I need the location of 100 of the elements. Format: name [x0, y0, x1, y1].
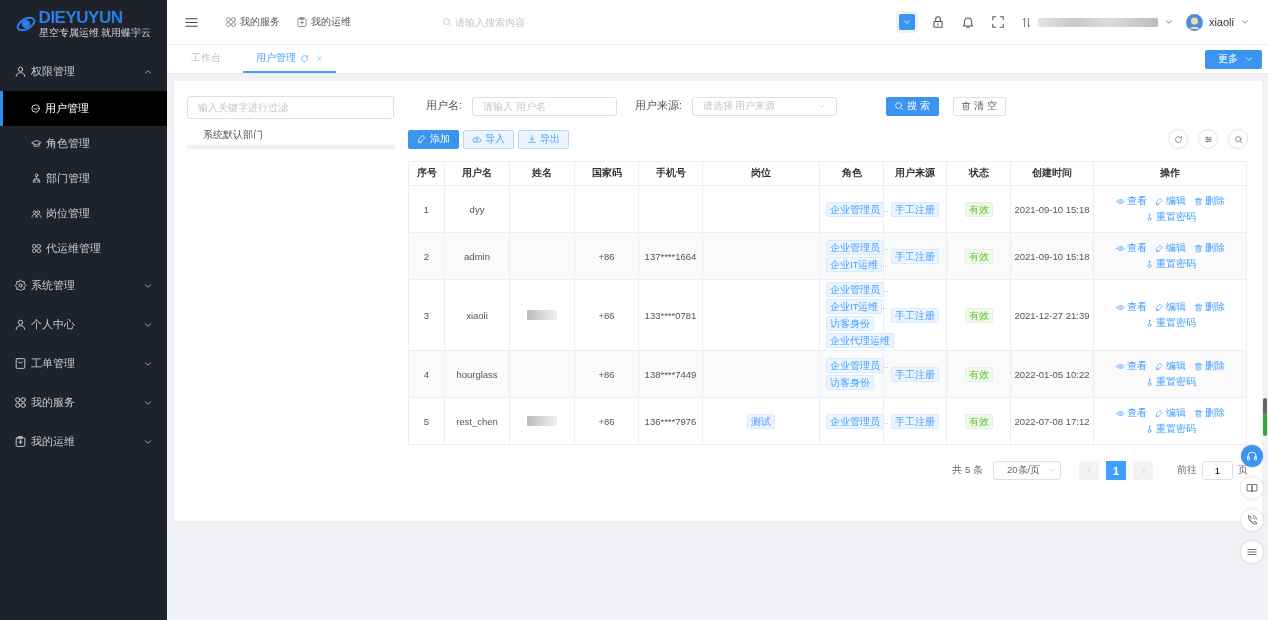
role-tag: 访客身份 [826, 316, 874, 331]
action-link[interactable]: 重置密码 [1144, 422, 1196, 436]
action-link[interactable]: 重置密码 [1144, 210, 1196, 224]
column-header: 状态 [946, 161, 1011, 186]
action-link[interactable]: 重置密码 [1144, 316, 1196, 330]
menu-label: 角色管理 [46, 136, 91, 151]
overflow-dots: .. [884, 285, 889, 294]
action-link[interactable]: 删除 [1193, 241, 1225, 255]
more-button[interactable]: 更多 [1205, 49, 1262, 69]
add-button[interactable]: 添加 [408, 129, 459, 149]
table-cell: +86 [574, 397, 639, 445]
table-cell: 4 [408, 350, 445, 398]
clear-button[interactable]: 清 空 [952, 96, 1006, 116]
action-link[interactable]: 重置密码 [1144, 257, 1196, 271]
search-button[interactable]: 搜 索 [885, 96, 939, 116]
page-number[interactable]: 1 [1106, 461, 1126, 480]
role-tag: 企业代理运维 [826, 333, 894, 348]
total-count: 共 5 条 [952, 464, 983, 477]
action-link[interactable]: 查看 [1115, 406, 1147, 420]
sidebar-group[interactable]: 个人中心 [0, 305, 167, 344]
action-link[interactable]: 删除 [1193, 300, 1225, 314]
dropdown-toggle[interactable] [898, 14, 915, 30]
action-link[interactable]: 编辑 [1154, 406, 1186, 420]
tab[interactable]: 工作台 [179, 45, 233, 73]
menu-label: 部门管理 [46, 171, 91, 186]
table-cell: xiaoli [444, 279, 510, 351]
action-link[interactable]: 查看 [1115, 241, 1147, 255]
avatar[interactable] [1185, 13, 1203, 31]
overflow-dots: .. [884, 204, 889, 214]
table-cell: +86 [574, 232, 639, 280]
search-icon [442, 17, 452, 27]
action-link[interactable]: 删除 [1193, 359, 1225, 373]
action-link[interactable]: 编辑 [1154, 300, 1186, 314]
grid-icon [31, 243, 42, 254]
pencil-icon [1154, 408, 1164, 418]
sidebar-item[interactable]: 代运维管理 [0, 231, 167, 266]
action-link[interactable]: 删除 [1193, 194, 1225, 208]
redaction-mark [527, 416, 557, 426]
eye-icon [1115, 243, 1125, 253]
action-link[interactable]: 重置密码 [1144, 375, 1196, 389]
chevron-icon [1047, 466, 1056, 475]
sort-icon [1020, 16, 1032, 28]
action-link[interactable]: 编辑 [1154, 194, 1186, 208]
scrollbar[interactable] [1263, 398, 1267, 436]
download-icon [527, 134, 537, 144]
menu-label: 我的服务 [31, 395, 76, 410]
menu-label: 系统管理 [31, 278, 76, 293]
sidebar-item[interactable]: 岗位管理 [0, 196, 167, 231]
refresh-icon [300, 53, 309, 63]
trash-icon [961, 101, 972, 111]
tree-node[interactable]: 系统默认部门 [187, 125, 394, 145]
action-link[interactable]: 编辑 [1154, 241, 1186, 255]
sidebar-group[interactable]: 工单管理 [0, 344, 167, 383]
action-link[interactable]: 查看 [1115, 300, 1147, 314]
sidebar-group[interactable]: 权限管理 [0, 52, 167, 91]
table-cell: 138****7449 [638, 350, 703, 398]
page-input[interactable]: 1 [1202, 461, 1233, 480]
action-link[interactable]: 查看 [1115, 194, 1147, 208]
phone-icon [1246, 514, 1258, 526]
user-name[interactable]: xiaoli [1208, 16, 1234, 28]
sidebar-group[interactable]: 我的服务 [0, 383, 167, 422]
column-header: 国家码 [574, 161, 639, 186]
sidebar-item[interactable]: 角色管理 [0, 126, 167, 161]
people-icon [31, 208, 42, 219]
role-tag: 企业管理员 [826, 201, 884, 217]
top-link[interactable]: 我的运维 [296, 15, 351, 29]
menu-label: 权限管理 [31, 64, 76, 79]
sidebar-item[interactable]: 用户管理 [0, 91, 167, 126]
action-link[interactable]: 删除 [1193, 406, 1225, 420]
menu-icon [1246, 546, 1258, 558]
pencil-icon [1154, 243, 1164, 253]
column-header: 姓名 [509, 161, 575, 186]
fullscreen-icon [990, 15, 1005, 29]
page-size-select[interactable]: 20条/页 [993, 461, 1061, 480]
column-header: 创建时间 [1010, 161, 1094, 186]
clipboard-icon [14, 435, 27, 448]
status-tag: 有效 [964, 307, 993, 323]
redaction-mark [527, 310, 557, 320]
search-icon [1233, 134, 1243, 144]
table-cell: 5 [408, 397, 445, 445]
table-cell: +86 [574, 279, 639, 351]
trash-icon [1193, 361, 1203, 371]
sidebar-group[interactable]: 系统管理 [0, 266, 167, 305]
toolbar-button[interactable]: 导出 [518, 129, 569, 149]
toolbar-button[interactable]: 导入 [463, 129, 514, 149]
menu-label: 个人中心 [31, 317, 76, 332]
action-link[interactable]: 查看 [1115, 359, 1147, 373]
pencil-icon [1154, 302, 1164, 312]
lock-icon [930, 15, 945, 29]
sidebar-group[interactable]: 我的运维 [0, 422, 167, 461]
action-link[interactable]: 编辑 [1154, 359, 1186, 373]
logo-icon [15, 14, 36, 34]
menu-label: 我的运维 [31, 434, 76, 449]
top-link[interactable]: 我的服务 [225, 15, 280, 29]
sidebar-item[interactable]: 部门管理 [0, 161, 167, 196]
table-cell: 3 [408, 279, 445, 351]
table-cell: 1 [408, 185, 445, 233]
key-icon [1144, 318, 1154, 328]
eye-icon [1115, 196, 1125, 206]
clipboard-icon [296, 16, 308, 28]
